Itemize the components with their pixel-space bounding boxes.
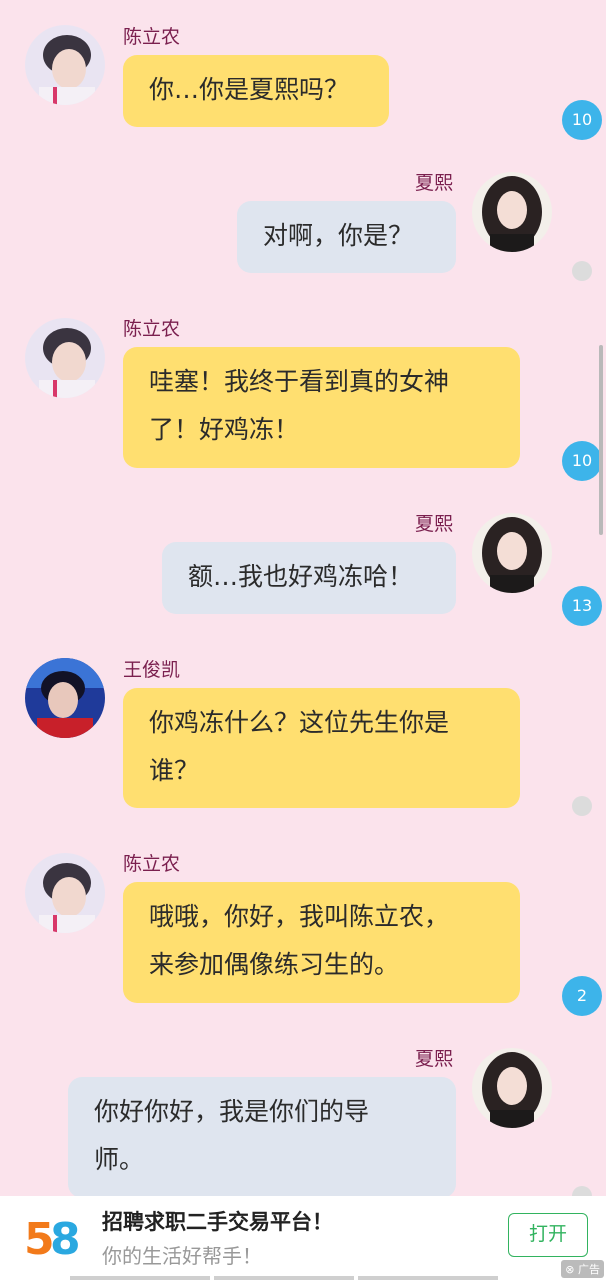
message-text-line: 你鸡冻什么？这位先生你是: [149, 708, 450, 737]
sender-name: 陈立农: [123, 853, 181, 875]
boy-avatar[interactable]: [25, 318, 105, 398]
girl-avatar[interactable]: [472, 172, 552, 252]
message-text-line: 你好你好，我是你们的导: [94, 1097, 370, 1126]
message-text-line: 哦哦，你好，我叫陈立农，: [149, 902, 450, 931]
message-text: 额…我也好鸡冻哈！: [188, 562, 414, 591]
ad-progress-segment: [358, 1276, 498, 1280]
open-button[interactable]: 打开: [508, 1213, 588, 1257]
sender-name: 夏熙: [415, 172, 454, 194]
sender-name: 夏熙: [415, 513, 454, 535]
message-bubble[interactable]: 额…我也好鸡冻哈！: [162, 542, 456, 614]
message-bubble[interactable]: 哦哦，你好，我叫陈立农， 来参加偶像练习生的。: [123, 882, 520, 1003]
boy2-avatar[interactable]: [25, 658, 105, 738]
ad-progress-segment: [70, 1276, 210, 1280]
like-count-badge[interactable]: 13: [562, 586, 602, 626]
ad-subtitle: 你的生活好帮手！: [102, 1244, 262, 1268]
unread-dot[interactable]: [572, 796, 592, 816]
message-bubble[interactable]: 你鸡冻什么？这位先生你是 谁？: [123, 688, 520, 808]
sender-name: 夏熙: [415, 1048, 454, 1070]
ad-label[interactable]: ⊗ 广告: [561, 1260, 604, 1278]
message-bubble[interactable]: 哇塞！我终于看到真的女神 了！好鸡冻！: [123, 347, 520, 468]
svg-text:8: 8: [50, 1214, 80, 1265]
girl-avatar[interactable]: [472, 513, 552, 593]
message-text-line: 来参加偶像练习生的。: [149, 950, 400, 979]
message-bubble[interactable]: 你…你是夏熙吗？: [123, 55, 389, 127]
message-text-line: 谁？: [149, 756, 200, 785]
ad-banner[interactable]: 5 8 招聘求职二手交易平台！ 你的生活好帮手！ 打开 ⊗ 广告: [0, 1196, 606, 1280]
like-count-badge[interactable]: 10: [562, 100, 602, 140]
58-logo-icon: 5 8: [24, 1214, 80, 1265]
ad-title: 招聘求职二手交易平台！: [102, 1210, 333, 1234]
message-text: 对啊，你是？: [263, 221, 414, 250]
girl-avatar[interactable]: [472, 1048, 552, 1128]
sender-name: 陈立农: [123, 26, 181, 48]
scrollbar[interactable]: [599, 345, 603, 535]
message-text: 你…你是夏熙吗？: [149, 75, 350, 104]
unread-dot[interactable]: [572, 261, 592, 281]
boy-avatar[interactable]: [25, 25, 105, 105]
sender-name: 陈立农: [123, 318, 181, 340]
like-count-badge[interactable]: 10: [562, 441, 602, 481]
message-text-line: 师。: [94, 1145, 145, 1174]
message-text-line: 了！好鸡冻！: [149, 415, 300, 444]
ad-label-text: 广告: [578, 1263, 600, 1276]
message-text-line: 哇塞！我终于看到真的女神: [149, 367, 450, 396]
boy-avatar[interactable]: [25, 853, 105, 933]
message-bubble[interactable]: 你好你好，我是你们的导 师。: [68, 1077, 456, 1198]
message-bubble[interactable]: 对啊，你是？: [237, 201, 456, 273]
like-count-badge[interactable]: 2: [562, 976, 602, 1016]
sender-name: 王俊凯: [123, 659, 181, 681]
ad-progress-segment: [214, 1276, 354, 1280]
